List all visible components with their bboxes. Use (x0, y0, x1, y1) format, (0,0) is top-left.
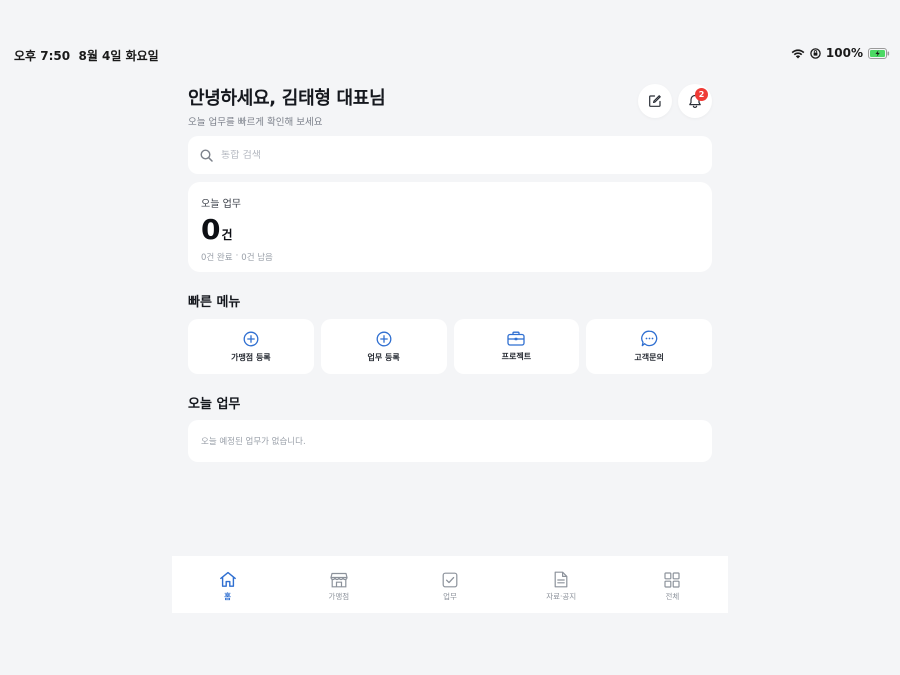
notification-badge: 2 (695, 88, 708, 101)
quick-item-label: 고객문의 (634, 353, 664, 362)
tab-label: 자료·공지 (546, 592, 577, 601)
quick-item-label: 업무 등록 (367, 352, 400, 362)
quick-project-button[interactable]: 프로젝트 (453, 319, 580, 374)
search-input[interactable] (221, 149, 681, 161)
tab-label: 전체 (665, 591, 680, 601)
page-title: 안녕하세요, 김태형 대표님 (188, 88, 386, 109)
grid-icon (664, 571, 681, 588)
today-summary-card[interactable]: 오늘 업무 0 건 0건 완료 · 0건 남음 (188, 182, 712, 272)
tab-home[interactable]: 홈 (172, 556, 283, 613)
quick-item-label: 가맹점 등록 (231, 352, 271, 362)
chat-bubble-icon (640, 330, 657, 347)
plus-circle-icon (376, 331, 392, 346)
today-count-number: 0 (201, 213, 221, 246)
search-icon (200, 148, 213, 162)
briefcase-icon (507, 331, 526, 346)
today-done: 0건 완료 (201, 253, 233, 263)
document-icon (554, 571, 568, 588)
notification-button[interactable]: 2 (678, 84, 712, 118)
page-header: 안녕하세요, 김태형 대표님 오늘 업무를 빠르게 확인해 보세요 2 (188, 84, 712, 128)
battery-charging-icon (868, 47, 890, 59)
search-bar[interactable] (188, 136, 712, 174)
tab-tasks[interactable]: 업무 (394, 556, 505, 613)
status-time-date: 오후 7:50 8월 4일 화요일 (14, 47, 159, 64)
today-progress: 0건 완료 · 0건 남음 (201, 251, 699, 263)
today-summary-label: 오늘 업무 (201, 199, 241, 210)
today-remaining: 0건 남음 (241, 253, 273, 263)
quick-customer-inquiry-button[interactable]: 고객문의 (586, 319, 712, 374)
tab-stores[interactable]: 가맹점 (283, 556, 394, 613)
tab-label: 가맹점 (328, 591, 350, 601)
today-tasks-title: 오늘 업무 (188, 397, 241, 412)
today-tasks-empty: 오늘 예정된 업무가 없습니다. (188, 420, 712, 462)
store-icon (330, 572, 348, 587)
page-subtitle: 오늘 업무를 빠르게 확인해 보세요 (188, 117, 323, 128)
edit-icon (649, 95, 661, 107)
today-separator: · (235, 251, 239, 261)
main-content: 안녕하세요, 김태형 대표님 오늘 업무를 빠르게 확인해 보세요 2 통합 검… (188, 84, 712, 462)
status-indicators: 100% (791, 46, 890, 60)
battery-percent: 100% (825, 46, 863, 60)
status-date: 8월 4일 화요일 (78, 49, 159, 63)
tab-label: 업무 (443, 591, 457, 601)
tab-all[interactable]: 전체 (617, 556, 728, 613)
compose-button[interactable] (638, 84, 672, 118)
quick-register-task-button[interactable]: 업무 등록 (320, 319, 447, 374)
home-icon (219, 571, 236, 587)
tab-label: 홈 (224, 592, 232, 601)
orientation-lock-icon (810, 47, 821, 59)
header-actions: 2 (638, 84, 712, 118)
quick-menu-title: 빠른 메뉴 (188, 295, 241, 310)
status-bar: 오후 7:50 8월 4일 화요일 100% (0, 0, 900, 63)
status-time: 오후 7:50 (14, 49, 71, 63)
today-summary-count: 0 건 (201, 215, 699, 245)
quick-item-label: 프로젝트 (501, 352, 532, 361)
tab-docs-notices[interactable]: 자료·공지 (506, 556, 617, 613)
plus-circle-icon (243, 331, 259, 346)
checkbox-icon (442, 572, 458, 587)
wifi-icon (791, 48, 805, 58)
bottom-tab-bar: 홈 가맹점 업무 자료·공지 전체 (172, 556, 728, 613)
quick-register-store-button[interactable]: 가맹점 등록 (188, 319, 314, 374)
today-count-unit: 건 (221, 228, 233, 242)
quick-menu: 가맹점 등록 업무 등록 프로젝트 고객문의 (188, 319, 712, 374)
